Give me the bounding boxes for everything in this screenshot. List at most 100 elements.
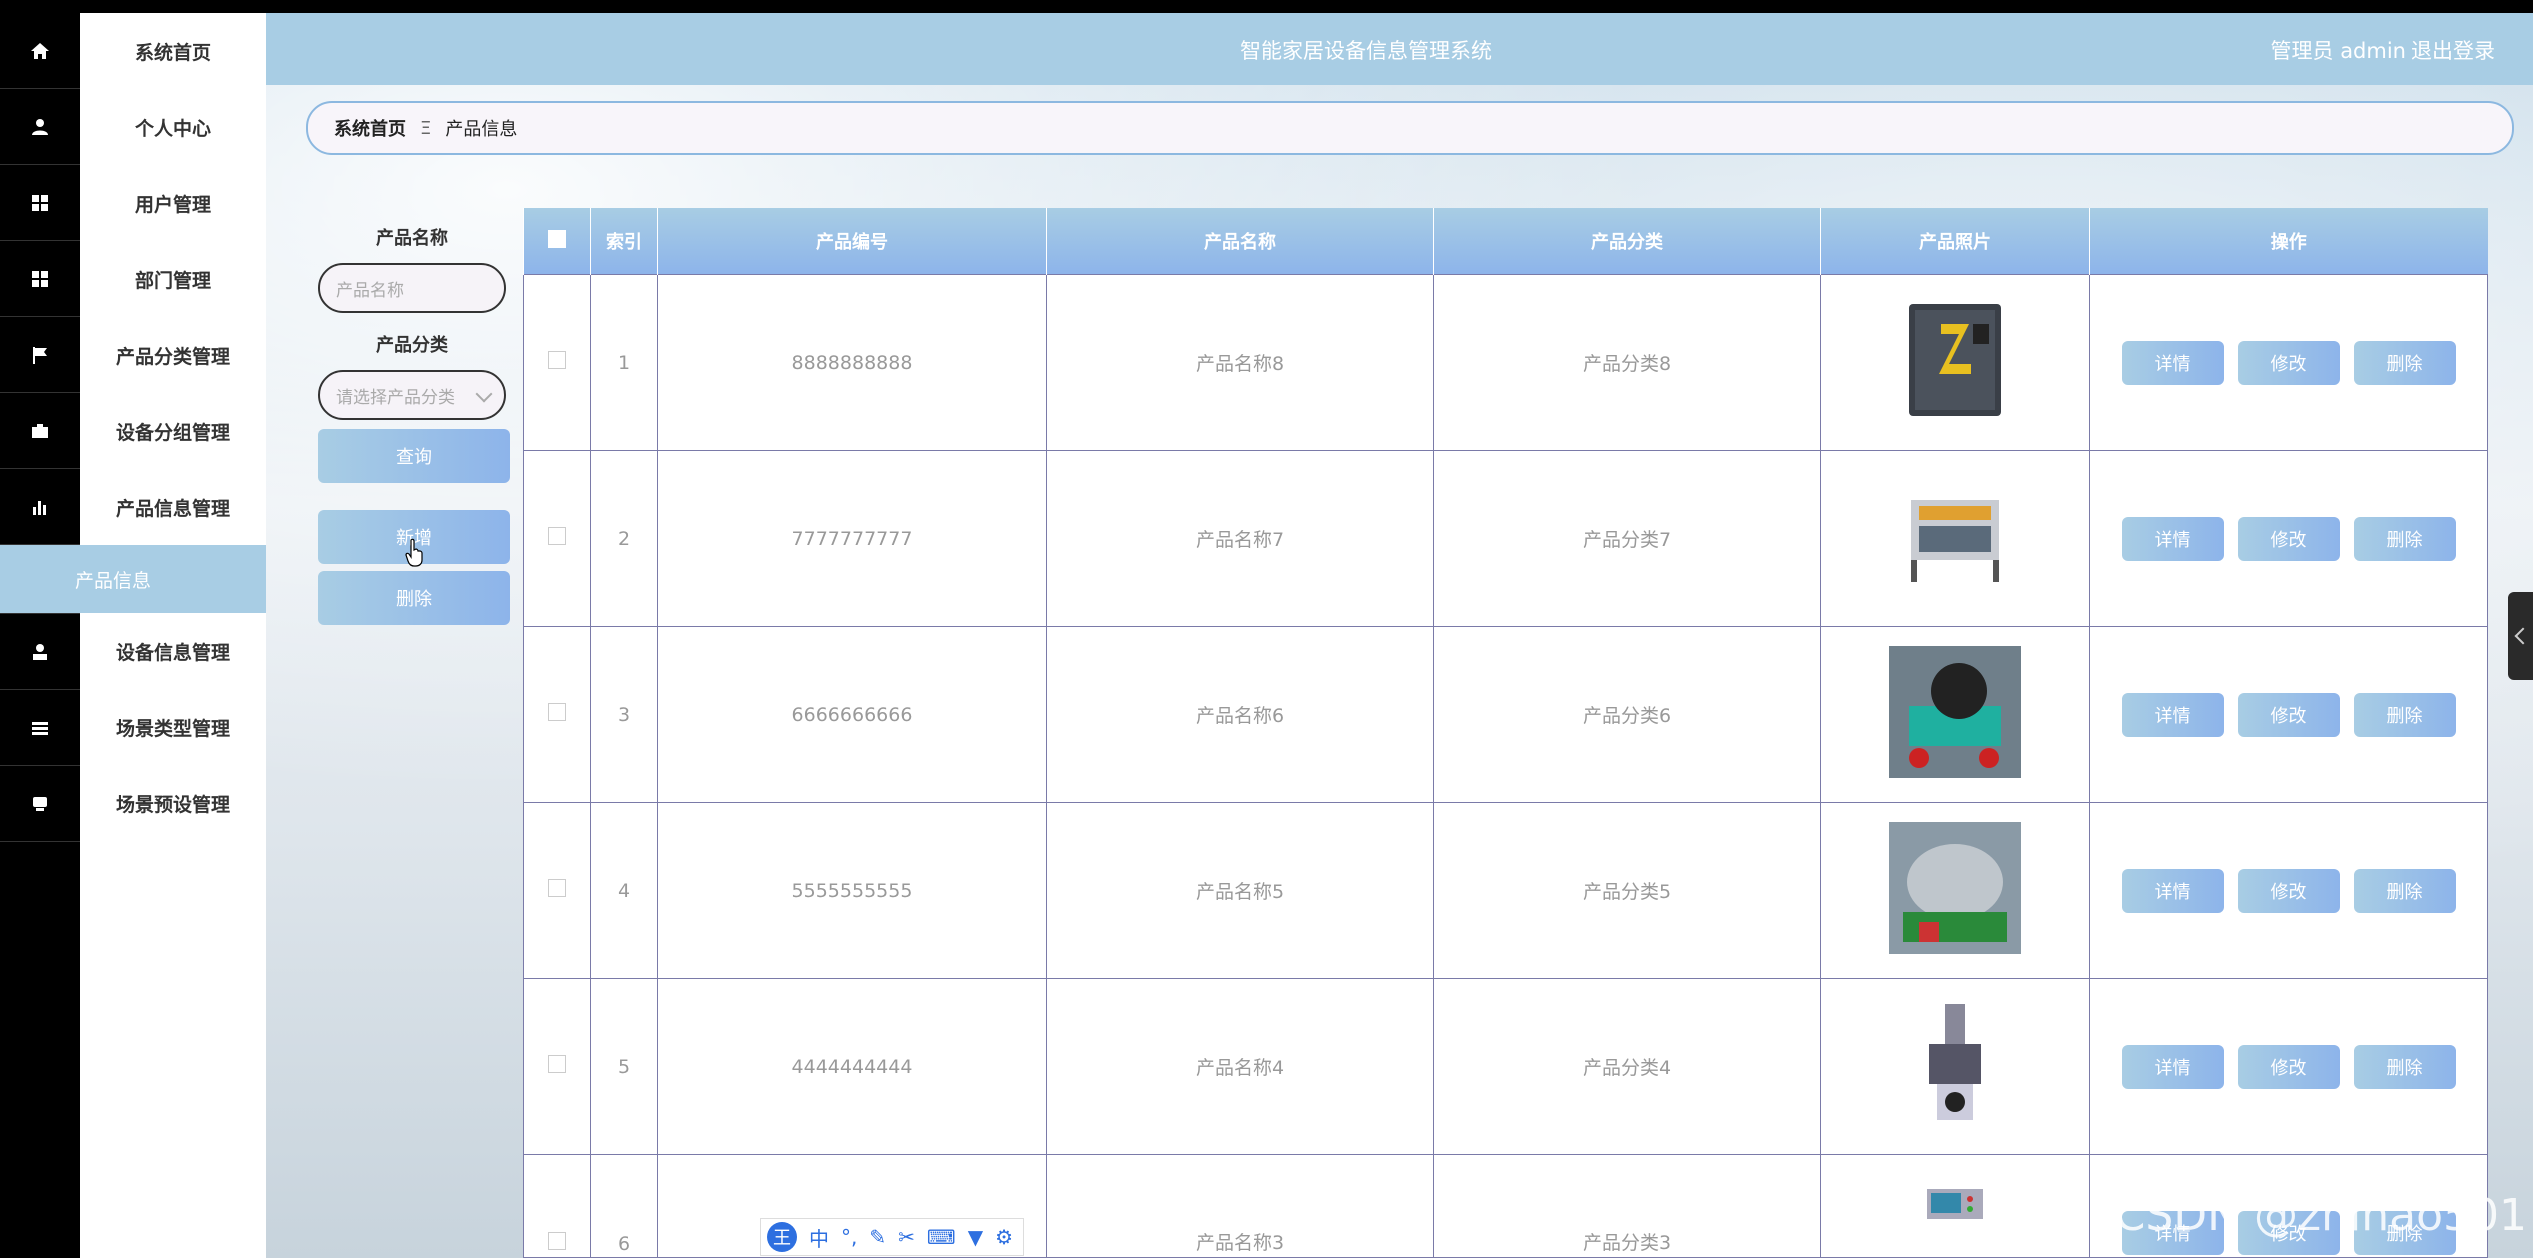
row-name: 产品名称3 <box>1046 1154 1434 1258</box>
row-checkbox[interactable] <box>548 879 566 897</box>
col-actions: 操作 <box>2089 208 2488 275</box>
sidebar-item-home[interactable]: 系统首页 <box>80 13 266 89</box>
sidebar-item-profile[interactable]: 个人中心 <box>80 89 266 165</box>
scissors-icon[interactable]: ✂ <box>898 1225 915 1249</box>
punctuation-icon[interactable]: °, <box>841 1225 857 1249</box>
row-actions-cell: 详情 修改 删除 <box>2089 978 2488 1155</box>
keyboard-icon[interactable]: ⌨ <box>927 1225 956 1249</box>
bar-chart-icon[interactable] <box>0 469 80 545</box>
delete-button[interactable]: 删除 <box>2353 516 2456 561</box>
sidebar-subitem-product-info[interactable]: 产品信息 <box>0 545 266 613</box>
edit-button[interactable]: 修改 <box>2237 868 2340 913</box>
table-row[interactable]: 2 7777777777 产品名称7 产品分类7 详情 修改 删除 <box>523 450 2488 627</box>
row-actions-cell: 详情 修改 删除 <box>2089 450 2488 627</box>
device-icon[interactable] <box>0 766 80 842</box>
sidebar-item-product-category[interactable]: 产品分类管理 <box>80 317 266 393</box>
delete-button[interactable]: 删除 <box>2353 692 2456 737</box>
table-row[interactable]: 5 4444444444 产品名称4 产品分类4 详情 修改 删除 <box>523 978 2488 1155</box>
home-icon[interactable] <box>0 13 80 89</box>
table-row[interactable]: 4 5555555555 产品名称5 产品分类5 详情 修改 删除 <box>523 802 2488 979</box>
row-actions: 详情 修改 删除 <box>2090 516 2487 561</box>
icon-sidebar <box>0 13 80 1258</box>
table-header-row: 索引 产品编号 产品名称 产品分类 产品照片 操作 <box>523 208 2488 275</box>
select-all-checkbox[interactable] <box>548 229 566 248</box>
flag-icon[interactable] <box>0 317 80 393</box>
sidebar-item-scene-type[interactable]: 场景类型管理 <box>80 689 266 765</box>
collapse-tab[interactable] <box>2508 592 2533 680</box>
product-table: 索引 产品编号 产品名称 产品分类 产品照片 操作 1 8888888888 产品名… <box>523 208 2488 1258</box>
product-photo[interactable] <box>1889 294 2021 426</box>
row-code: 7777777777 <box>657 450 1047 627</box>
detail-button[interactable]: 详情 <box>2121 1044 2224 1089</box>
delete-button[interactable]: 删除 <box>2353 1044 2456 1089</box>
col-name: 产品名称 <box>1046 208 1434 275</box>
product-category-label: 产品分类 <box>376 335 448 356</box>
row-code: 8888888888 <box>657 274 1047 451</box>
delete-button[interactable]: 删除 <box>2353 868 2456 913</box>
user-icon[interactable] <box>0 89 80 165</box>
person-icon[interactable] <box>0 614 80 690</box>
detail-button[interactable]: 详情 <box>2121 692 2224 737</box>
row-photo-cell <box>1820 274 2090 451</box>
edit-button[interactable]: 修改 <box>2237 340 2340 385</box>
edit-button[interactable]: 修改 <box>2237 516 2340 561</box>
sidebar-item-departments[interactable]: 部门管理 <box>80 241 266 317</box>
grid-icon[interactable] <box>0 241 80 317</box>
sidebar-item-users[interactable]: 用户管理 <box>80 165 266 241</box>
row-checkbox[interactable] <box>548 1055 566 1073</box>
row-index: 1 <box>590 274 658 451</box>
grid-icon[interactable] <box>0 165 80 241</box>
chevron-down-icon <box>475 385 493 403</box>
row-checkbox[interactable] <box>548 527 566 545</box>
product-photo[interactable] <box>1889 1184 2021 1250</box>
product-photo[interactable] <box>1889 998 2021 1130</box>
chevron-left-icon <box>2514 627 2532 645</box>
ime-toolbar: 王 中 °, ✎ ✂ ⌨ ▼ ⚙ <box>760 1218 1024 1256</box>
row-actions: 详情 修改 删除 <box>2090 692 2487 737</box>
breadcrumb-home[interactable]: 系统首页 <box>334 115 406 141</box>
shirt-icon[interactable]: ▼ <box>968 1225 983 1249</box>
query-button[interactable]: 查询 <box>318 429 510 483</box>
row-index: 5 <box>590 978 658 1155</box>
submenu-container: 产品信息 <box>0 545 266 613</box>
row-checkbox-cell <box>523 274 591 451</box>
edit-button[interactable]: 修改 <box>2237 1044 2340 1089</box>
gear-icon[interactable]: ⚙ <box>995 1225 1013 1249</box>
product-category-select[interactable]: 请选择产品分类 <box>318 370 506 420</box>
sidebar-item-device-info[interactable]: 设备信息管理 <box>80 613 266 689</box>
product-name-input[interactable]: 产品名称 <box>318 263 506 313</box>
sidebar-item-device-group[interactable]: 设备分组管理 <box>80 393 266 469</box>
sidebar-item-product-info[interactable]: 产品信息管理 <box>80 469 266 545</box>
product-photo[interactable] <box>1889 470 2021 602</box>
list-icon[interactable] <box>0 690 80 766</box>
product-photo[interactable] <box>1889 822 2021 954</box>
logout-link[interactable]: 退出登录 <box>2411 35 2495 65</box>
row-category: 产品分类3 <box>1433 1154 1821 1258</box>
ime-logo[interactable]: 王 <box>767 1222 797 1252</box>
delete-button[interactable]: 删除 <box>2353 340 2456 385</box>
row-checkbox[interactable] <box>548 1232 566 1250</box>
ime-mode[interactable]: 中 <box>809 1223 829 1252</box>
edit-button[interactable]: 修改 <box>2237 692 2340 737</box>
batch-delete-button[interactable]: 删除 <box>318 571 510 625</box>
pen-icon[interactable]: ✎ <box>869 1225 886 1249</box>
row-photo-cell <box>1820 626 2090 803</box>
detail-button[interactable]: 详情 <box>2121 340 2224 385</box>
top-strip <box>0 0 2533 13</box>
breadcrumb-separator: Ξ <box>420 117 432 139</box>
detail-button[interactable]: 详情 <box>2121 868 2224 913</box>
row-checkbox[interactable] <box>548 351 566 369</box>
table-row[interactable]: 1 8888888888 产品名称8 产品分类8 详情 修改 删除 <box>523 274 2488 451</box>
briefcase-icon[interactable] <box>0 393 80 469</box>
row-checkbox[interactable] <box>548 703 566 721</box>
table-body: 1 8888888888 产品名称8 产品分类8 详情 修改 删除 2 7777777777 产品… <box>523 274 2488 1258</box>
row-name: 产品名称8 <box>1046 274 1434 451</box>
row-actions-cell: 详情 修改 删除 <box>2089 626 2488 803</box>
table-row[interactable]: 3 6666666666 产品名称6 产品分类6 详情 修改 删除 <box>523 626 2488 803</box>
detail-button[interactable]: 详情 <box>2121 516 2224 561</box>
row-category: 产品分类6 <box>1433 626 1821 803</box>
sidebar-item-scene-preset[interactable]: 场景预设管理 <box>80 765 266 841</box>
product-photo[interactable] <box>1889 646 2021 778</box>
row-photo-cell <box>1820 450 2090 627</box>
row-category: 产品分类4 <box>1433 978 1821 1155</box>
